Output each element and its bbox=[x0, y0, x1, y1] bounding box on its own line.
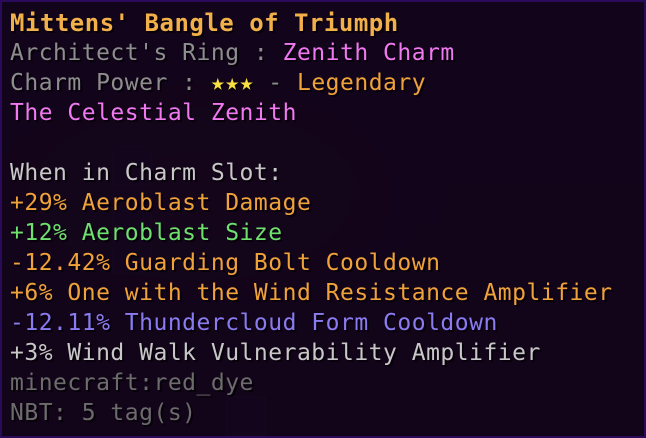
effect-line: +3% Wind Walk Vulnerability Amplifier bbox=[10, 340, 541, 366]
effects-list: +29% Aeroblast Damage +12% Aeroblast Size… bbox=[10, 188, 644, 368]
power-line: Charm Power : ★★★ - Legendary bbox=[10, 68, 644, 98]
slot-heading: When in Charm Slot: bbox=[10, 160, 283, 186]
ring-label: Architect's Ring : bbox=[10, 40, 283, 66]
power-separator: - bbox=[253, 70, 297, 96]
effect-line: +29% Aeroblast Damage bbox=[10, 190, 312, 216]
effect-line: -12.42% Guarding Bolt Cooldown bbox=[10, 250, 441, 276]
power-value: Legendary bbox=[296, 70, 427, 96]
item-tooltip: Mittens' Bangle of Triumph Architect's R… bbox=[0, 0, 646, 438]
ring-line: Architect's Ring : Zenith Charm bbox=[10, 38, 644, 68]
nbt-info: NBT: 5 tag(s) bbox=[10, 400, 197, 426]
item-id: minecraft:red_dye bbox=[10, 370, 254, 396]
set-name: The Celestial Zenith bbox=[10, 100, 297, 126]
effect-line: -12.11% Thundercloud Form Cooldown bbox=[10, 310, 498, 336]
ring-value: Zenith Charm bbox=[282, 40, 455, 66]
star-icon: ★★★ bbox=[210, 70, 254, 96]
item-title: Mittens' Bangle of Triumph bbox=[10, 9, 399, 37]
power-label: Charm Power : bbox=[10, 70, 211, 96]
effect-line: +12% Aeroblast Size bbox=[10, 220, 283, 246]
effect-line: +6% One with the Wind Resistance Amplifi… bbox=[10, 280, 613, 306]
